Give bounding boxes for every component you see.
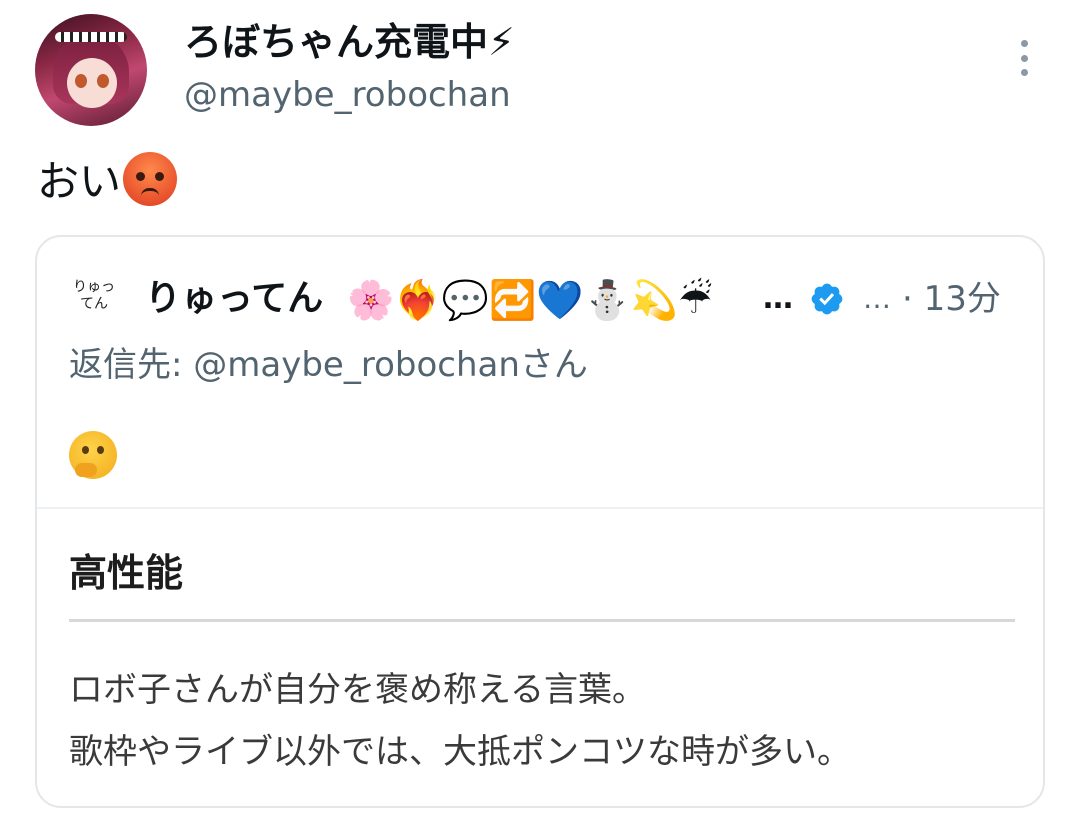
card-description: ロボ子さんが自分を褒め称える言葉。 歌枠やライブ以外では、大抵ポンコツな時が多い… <box>69 659 851 783</box>
avatar-headband <box>55 32 127 42</box>
header-ellipsis: … <box>863 282 891 315</box>
avatar-eye-left <box>75 74 87 88</box>
reply-to-label[interactable]: 返信先: @maybe_robochanさん <box>69 337 588 393</box>
quoted-tweet-time[interactable]: · 13分 <box>902 271 1001 327</box>
quoted-author-name[interactable]: りゅってん <box>145 271 323 327</box>
author-avatar[interactable] <box>35 14 147 126</box>
quoted-tweet-card[interactable]: りゅっ てん りゅってん 🌸❤️‍🔥💬🔁💙⛄💫☔ … … · 13分 返信先: … <box>35 235 1045 808</box>
quoted-author-avatar[interactable]: りゅっ てん <box>69 279 119 315</box>
quoted-author-name-emojis: 🌸❤️‍🔥💬🔁💙⛄💫☔ <box>347 278 713 322</box>
card-divider <box>37 507 1043 509</box>
author-display-name[interactable]: ろぼちゃん充電中⚡ <box>184 14 515 70</box>
verified-badge-icon <box>811 283 843 315</box>
more-vertical-icon[interactable] <box>1014 40 1034 76</box>
card-title-rule <box>69 619 1015 622</box>
tweet-text-content: おい <box>37 157 122 206</box>
tweet-text: おい <box>37 150 178 214</box>
author-handle[interactable]: @maybe_robochan <box>184 70 511 120</box>
name-truncation: … <box>763 281 793 316</box>
thinking-face-emoji <box>69 431 117 479</box>
avatar-eye-right <box>97 74 109 88</box>
angry-face-emoji <box>123 152 178 206</box>
card-description-line: 歌枠やライブ以外では、大抵ポンコツな時が多い。 <box>69 732 851 772</box>
card-title: 高性能 <box>69 551 184 595</box>
card-description-line: ロボ子さんが自分を褒め称える言葉。 <box>69 670 646 710</box>
